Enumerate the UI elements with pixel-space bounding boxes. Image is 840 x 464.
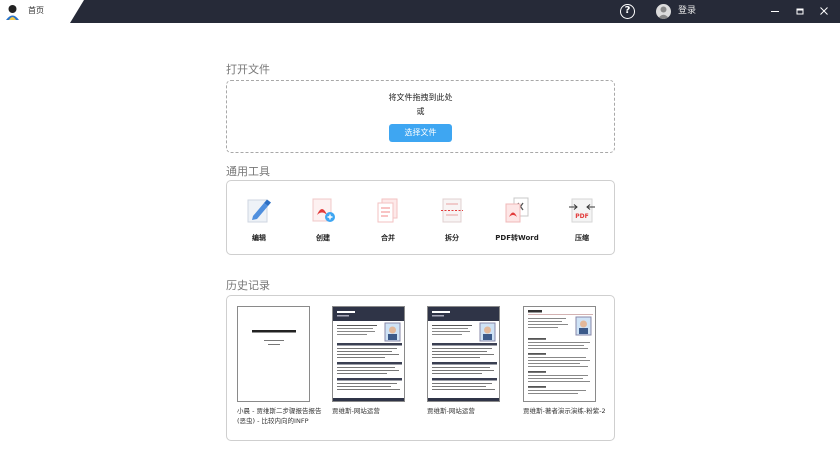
history-title: 历史记录 [226,279,270,292]
tool-create[interactable]: 创建 [291,181,355,255]
tool-pdf-to-word-label: PDF转Word [495,234,539,242]
tool-compress-label: 压缩 [575,234,589,242]
history-item-thumbnail[interactable] [427,306,500,402]
choose-file-button[interactable]: 选择文件 [389,124,452,142]
maximize-icon[interactable] [793,4,807,18]
tab-home[interactable]: 首页 [0,0,84,23]
history-item-name[interactable]: 贾维斯-著者演示演练-粉紫-2 [523,406,606,416]
drop-or: 或 [416,107,425,116]
tool-pdf-to-word[interactable]: PDF转Word [485,181,549,255]
file-drop-zone[interactable]: 将文件拖拽到此处 或 选择文件 [226,80,615,153]
tool-edit-label: 编辑 [252,234,266,242]
tool-merge[interactable]: 合并 [356,181,420,255]
help-icon[interactable]: ? [620,4,635,19]
tools-panel: 编辑 创建 合并 拆分 PDF转Word PDF 压缩 [226,180,615,255]
login-link[interactable]: 登录 [678,5,696,17]
edit-icon [247,199,271,223]
tool-create-label: 创建 [316,234,330,242]
tool-split[interactable]: 拆分 [420,181,484,255]
app-logo-icon [4,3,21,20]
open-file-title: 打开文件 [226,63,270,76]
history-panel: 小晨 - 贾维斯二步骤报告报告 (恶虫) - 比较内向的INFP 贾维斯-网站运… [226,295,615,441]
user-avatar-icon[interactable] [656,4,671,19]
tool-split-label: 拆分 [445,234,459,242]
tab-home-label: 首页 [28,6,44,15]
tool-compress[interactable]: PDF 压缩 [550,181,614,255]
drop-hint: 将文件拖拽到此处 [388,93,453,102]
svg-text:PDF: PDF [575,213,588,220]
split-icon [441,198,463,223]
pdf-to-word-icon [505,197,529,223]
minimize-icon[interactable] [768,4,782,18]
close-icon[interactable] [817,4,831,18]
tool-edit[interactable]: 编辑 [227,181,291,255]
tools-title: 通用工具 [226,165,270,178]
history-item-thumbnail[interactable] [237,306,310,402]
history-item-name[interactable]: 贾维斯-网站运营 [427,406,475,416]
history-item-thumbnail[interactable] [332,306,405,402]
merge-icon [377,198,398,223]
history-item-name[interactable]: 小晨 - 贾维斯二步骤报告报告 (恶虫) - 比较内向的INFP [237,406,321,426]
history-item-thumbnail[interactable] [523,306,596,402]
tool-merge-label: 合并 [381,234,395,242]
history-item-name[interactable]: 贾维斯-网站运营 [332,406,380,416]
create-pdf-icon [312,198,335,222]
title-bar: 首页 ? 登录 [0,0,840,23]
compress-icon: PDF [569,198,595,223]
